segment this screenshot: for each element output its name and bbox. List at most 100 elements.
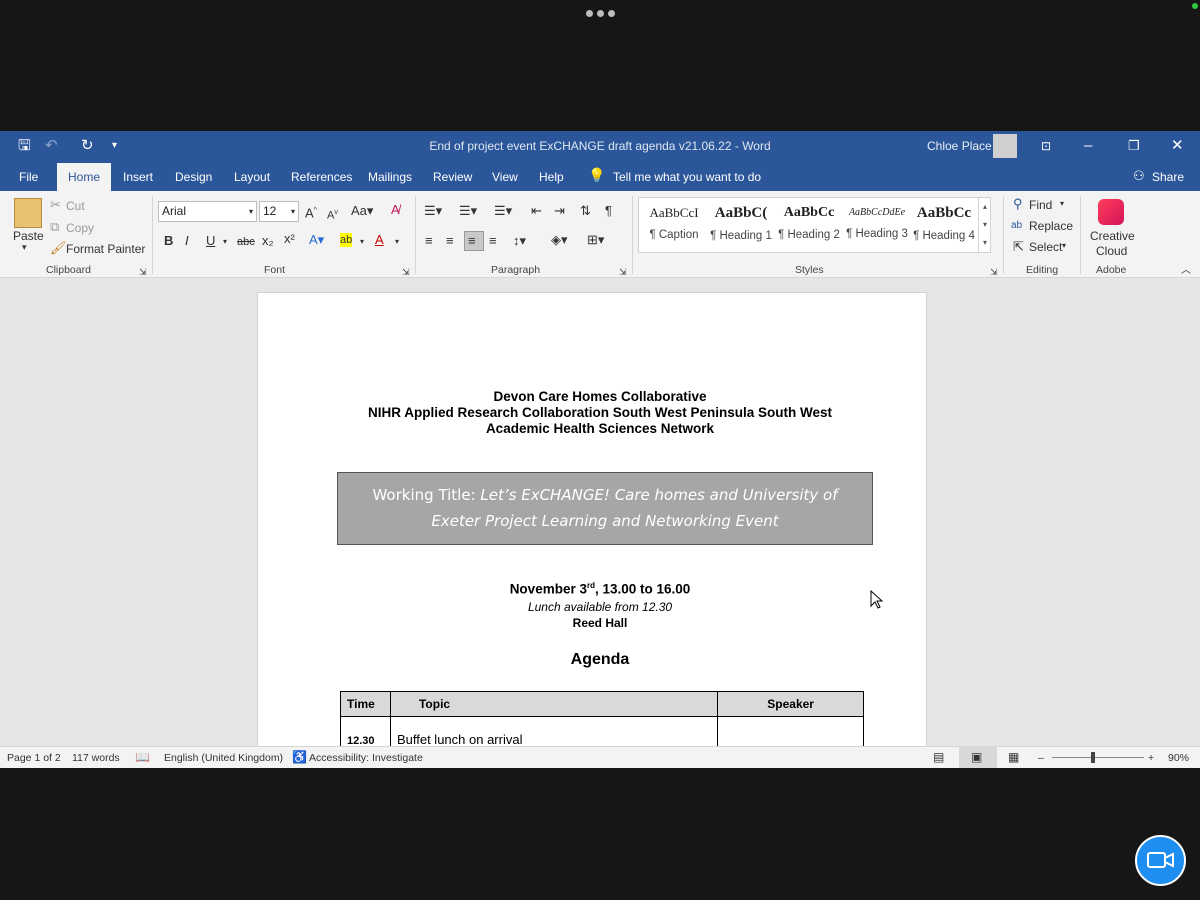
strikethrough-icon[interactable]: abc — [237, 235, 255, 249]
justify-icon[interactable]: ≡ — [489, 234, 497, 248]
paragraph-launcher-icon[interactable]: ⇲ — [619, 265, 627, 279]
bold-icon[interactable]: B — [164, 234, 173, 248]
select-options-icon[interactable]: ▾ — [1062, 241, 1066, 250]
tab-home[interactable]: Home — [57, 163, 111, 191]
tab-review[interactable]: Review — [433, 170, 472, 184]
font-color-options-icon[interactable]: ▾ — [395, 235, 399, 249]
restore-icon[interactable]: ❐ — [1128, 137, 1140, 155]
style-heading-4[interactable]: AaBbCc ¶ Heading 4 — [912, 205, 976, 242]
font-size-select[interactable]: 12 ▾ — [259, 201, 299, 222]
text-effects-icon[interactable]: A▾ — [309, 233, 324, 247]
tell-me-search[interactable]: Tell me what you want to do — [613, 170, 761, 184]
style-heading-2[interactable]: AaBbCc ¶ Heading 2 — [776, 205, 842, 241]
zoom-out-icon[interactable]: – — [1038, 752, 1044, 764]
style-heading-1[interactable]: AaBbC(¶ Heading 1 — [708, 205, 774, 242]
share-button[interactable]: Share — [1152, 170, 1184, 184]
sort-icon[interactable]: ⇅ — [580, 204, 591, 218]
word-count[interactable]: 117 words — [72, 752, 120, 764]
creative-cloud-label-2[interactable]: Cloud — [1096, 244, 1127, 258]
styles-launcher-icon[interactable]: ⇲ — [990, 265, 998, 279]
font-color-icon[interactable]: A — [375, 233, 384, 247]
group-label-editing: Editing — [1026, 264, 1059, 276]
page-count[interactable]: Page 1 of 2 — [7, 752, 61, 764]
shrink-font-icon[interactable]: Av — [327, 206, 338, 223]
multilevel-list-icon[interactable]: ☰▾ — [494, 204, 512, 218]
select-button[interactable]: Select — [1029, 240, 1062, 254]
tab-references[interactable]: References — [291, 170, 352, 184]
style-sample: AaBbCcDdEe — [848, 207, 906, 218]
underline-icon[interactable]: U — [206, 234, 215, 248]
tab-view[interactable]: View — [492, 170, 518, 184]
collapse-ribbon-icon[interactable]: ︿ — [1181, 264, 1191, 278]
tab-file[interactable]: File — [19, 170, 38, 184]
replace-button[interactable]: Replace — [1029, 219, 1073, 233]
numbering-icon[interactable]: ☰▾ — [459, 204, 477, 218]
zoom-slider-handle[interactable] — [1091, 752, 1095, 763]
date-main: November 3 — [509, 581, 587, 597]
more-options-icon[interactable] — [586, 10, 616, 20]
document-title: End of project event ExCHANGE draft agen… — [429, 139, 771, 153]
underline-options-icon[interactable]: ▾ — [223, 235, 227, 249]
style-heading-3[interactable]: AaBbCcDdEe ¶ Heading 3 — [844, 205, 910, 240]
highlight-options-icon[interactable]: ▾ — [360, 235, 364, 249]
venue: Reed Hall — [572, 616, 628, 630]
paste-options-icon[interactable]: ▾ — [22, 242, 27, 253]
highlight-color-icon[interactable]: ab — [340, 233, 353, 247]
increase-indent-icon[interactable]: ⇥ — [554, 204, 565, 218]
read-mode-icon[interactable]: ▤ — [933, 750, 944, 764]
italic-icon[interactable]: I — [185, 234, 189, 248]
align-left-icon[interactable]: ≡ — [425, 234, 433, 248]
tab-design[interactable]: Design — [175, 170, 212, 184]
style-sample: AaBbCcI — [649, 205, 699, 220]
print-layout-icon[interactable]: ▣ — [959, 747, 997, 768]
header-topic: Topic — [389, 691, 719, 717]
line-spacing-icon[interactable]: ↕▾ — [513, 234, 526, 248]
bullets-icon[interactable]: ☰▾ — [424, 204, 442, 218]
align-center-icon[interactable]: ≡ — [446, 234, 454, 248]
share-icon: ⚇ — [1133, 168, 1145, 183]
format-painter-button[interactable]: Format Painter — [66, 242, 145, 256]
video-camera-button[interactable] — [1135, 835, 1186, 886]
paste-button[interactable]: Paste — [13, 229, 44, 243]
show-formatting-icon[interactable]: ¶ — [605, 204, 612, 218]
style-caption[interactable]: AaBbCcI ¶ Caption — [642, 205, 706, 241]
minimize-icon[interactable]: – — [1084, 137, 1092, 155]
copy-button[interactable]: Copy — [66, 221, 94, 235]
proofing-icon[interactable]: 📖 — [135, 750, 150, 764]
font-launcher-icon[interactable]: ⇲ — [402, 265, 410, 279]
accessibility-status[interactable]: Accessibility: Investigate — [309, 752, 423, 764]
avatar[interactable] — [993, 134, 1017, 158]
zoom-level[interactable]: 90% — [1168, 752, 1189, 764]
styles-scroll[interactable]: ▴ ▾ ▾ — [978, 198, 991, 253]
clear-formatting-icon[interactable]: A̸ — [391, 203, 400, 217]
superscript-icon[interactable]: x² — [284, 232, 295, 246]
subscript-icon[interactable]: x₂ — [262, 234, 274, 248]
user-name[interactable]: Chloe Place — [927, 139, 992, 153]
find-button[interactable]: Find — [1029, 198, 1052, 212]
paste-icon[interactable] — [14, 198, 42, 228]
tab-layout[interactable]: Layout — [234, 170, 270, 184]
align-right-icon[interactable]: ≡ — [464, 231, 484, 251]
change-case-icon[interactable]: Aa▾ — [351, 204, 373, 218]
clipboard-launcher-icon[interactable]: ⇲ — [139, 265, 147, 279]
zoom-in-icon[interactable]: + — [1148, 752, 1154, 764]
grow-font-icon[interactable]: A^ — [305, 204, 317, 220]
decrease-indent-icon[interactable]: ⇤ — [531, 204, 542, 218]
shading-icon[interactable]: ◈▾ — [551, 233, 568, 247]
web-layout-icon[interactable]: ▦ — [1008, 750, 1019, 764]
close-icon[interactable]: ✕ — [1171, 137, 1184, 155]
banner-title-part-1: Let’s ExCHANGE! Care homes and Universit… — [480, 486, 838, 504]
creative-cloud-icon[interactable] — [1098, 199, 1124, 225]
find-options-icon[interactable]: ▾ — [1060, 199, 1064, 208]
ribbon-display-options-icon[interactable]: ⊡ — [1041, 137, 1051, 155]
tab-mailings[interactable]: Mailings — [368, 170, 412, 184]
borders-icon[interactable]: ⊞▾ — [587, 233, 604, 247]
font-name-select[interactable]: Arial ▾ — [158, 201, 257, 222]
working-title-banner: Working Title: Let’s ExCHANGE! Care home… — [337, 472, 873, 545]
creative-cloud-label[interactable]: Creative — [1090, 229, 1135, 243]
tab-insert[interactable]: Insert — [123, 170, 153, 184]
language[interactable]: English (United Kingdom) — [164, 752, 283, 764]
tab-help[interactable]: Help — [539, 170, 564, 184]
cut-button[interactable]: Cut — [66, 199, 85, 213]
zoom-slider[interactable] — [1052, 757, 1144, 758]
